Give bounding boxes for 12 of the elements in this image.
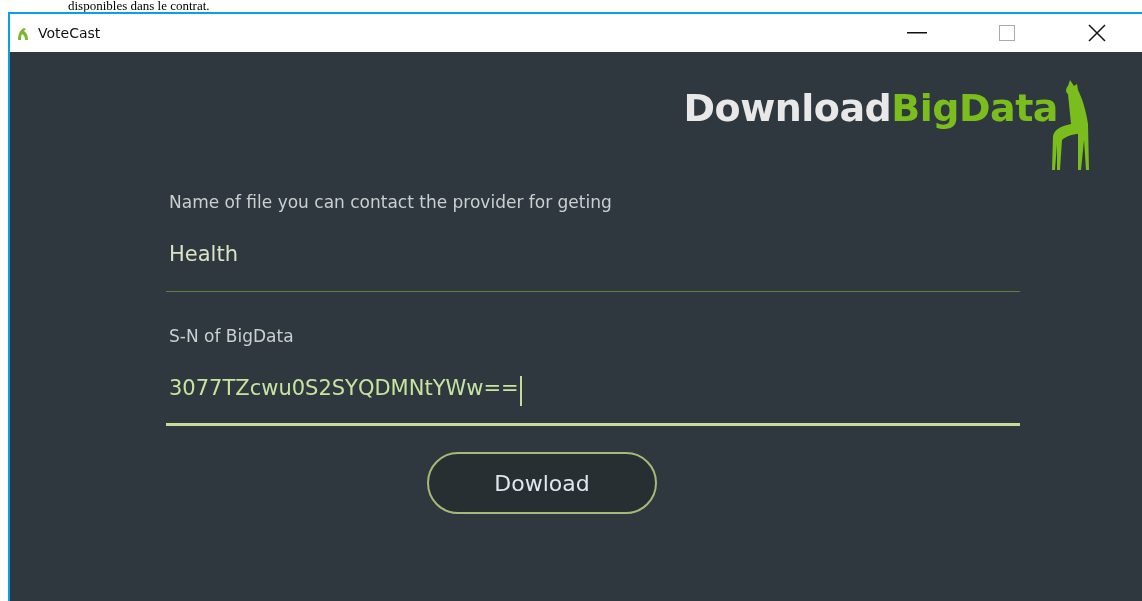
text-cursor <box>519 376 522 406</box>
field-label: Name of file you can contact the provider for geting <box>169 192 613 212</box>
window-title: VoteCast <box>38 25 102 41</box>
input-field[interactable]: 3077TZcwu0S2SYQDMNtYWw== <box>166 370 1020 426</box>
field-label: S-N of BigData <box>169 326 295 346</box>
logo-text: DownloadBigData <box>683 86 1058 130</box>
download-button[interactable]: Dowload <box>427 452 657 514</box>
document-text: disponibles dans le contrat. <box>68 0 210 12</box>
maximize-icon <box>999 25 1015 41</box>
minimize-icon <box>907 32 927 34</box>
close-icon <box>1088 24 1106 42</box>
input-field[interactable]: Health <box>166 236 1020 292</box>
